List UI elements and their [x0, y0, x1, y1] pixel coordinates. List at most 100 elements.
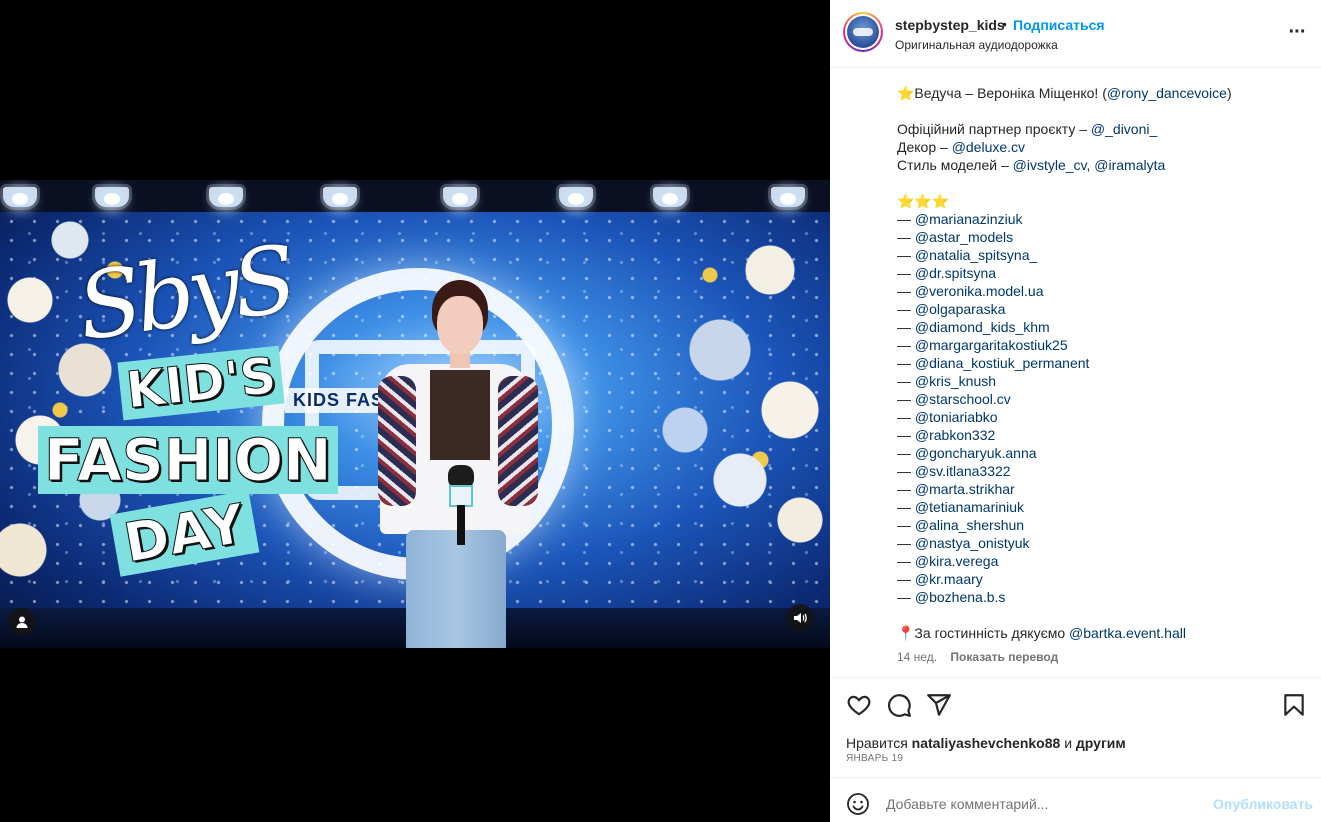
liker-username[interactable]: nataliyashevchenko88 — [912, 735, 1061, 751]
mention-link[interactable]: @margargaritakostiuk25 — [915, 337, 1068, 353]
stage-light — [440, 184, 480, 210]
username-link[interactable]: stepbystep_kids — [895, 17, 1005, 33]
mention-link[interactable]: @kris_knush — [915, 373, 996, 389]
model-mention-item: — @diamond_kids_khm — [897, 318, 1307, 336]
model-mention-item: — @marianazinziuk — [897, 210, 1307, 228]
mention-link[interactable]: @rabkon332 — [915, 427, 995, 443]
list-dash: — — [897, 301, 915, 317]
microphone — [448, 465, 474, 545]
profile-logo — [847, 16, 879, 48]
likes-text: и — [1060, 735, 1076, 751]
mention-link[interactable]: @veronika.model.ua — [915, 283, 1044, 299]
mention-link[interactable]: @iramalyta — [1094, 157, 1165, 173]
model-mentions-list: — @marianazinziuk — @astar_models — @natal… — [897, 210, 1307, 606]
likes-text: Нравится — [846, 735, 912, 751]
comment-input[interactable] — [886, 791, 1206, 817]
mention-link[interactable]: @kr.maary — [915, 571, 983, 587]
list-dash: — — [897, 391, 915, 407]
tagged-users-button[interactable] — [8, 608, 36, 636]
model-mention-item: — @kira.verega — [897, 552, 1307, 570]
mute-button[interactable] — [786, 604, 814, 632]
like-button[interactable] — [846, 692, 872, 718]
comment-bar: Опубликовать — [830, 777, 1321, 822]
list-dash: — — [897, 337, 915, 353]
more-options-button[interactable]: ··· — [1285, 22, 1309, 46]
model-mention-item: — @kr.maary — [897, 570, 1307, 588]
model-mention-item: — @olgaparaska — [897, 300, 1307, 318]
list-dash: — — [897, 355, 915, 371]
share-button[interactable] — [926, 692, 952, 718]
mention-link[interactable]: @bartka.event.hall — [1069, 625, 1186, 641]
follow-button[interactable]: Подписаться — [1013, 17, 1105, 33]
mention-link[interactable]: @starschool.cv — [915, 391, 1011, 407]
host-figure — [370, 280, 540, 648]
mention-link[interactable]: @tetianamariniuk — [915, 499, 1024, 515]
publish-button[interactable]: Опубликовать — [1213, 796, 1313, 812]
mention-link[interactable]: @bozhena.b.s — [915, 589, 1006, 605]
comment-button[interactable] — [886, 692, 912, 718]
brand-script: SbyS — [71, 225, 298, 362]
list-dash: — — [897, 499, 915, 515]
list-dash: — — [897, 571, 915, 587]
list-dash: — — [897, 445, 915, 461]
emoji-button[interactable] — [846, 792, 870, 816]
caption-partner-line: Офіційний партнер проєкту – @_divoni_ — [897, 120, 1307, 138]
save-button[interactable] — [1281, 692, 1307, 718]
mention-link[interactable]: @rony_dancevoice — [1107, 85, 1227, 101]
action-bar — [830, 677, 1321, 733]
mention-link[interactable]: @goncharyuk.anna — [915, 445, 1037, 461]
post-media[interactable]: KIDS FAS SbyS KID'S FASHION DAY — [0, 0, 830, 822]
mention-link[interactable]: @natalia_spitsyna_ — [915, 247, 1037, 263]
mention-link[interactable]: @toniariabko — [915, 409, 998, 425]
others-link[interactable]: другим — [1076, 735, 1126, 751]
list-dash: — — [897, 517, 915, 533]
list-dash: — — [897, 409, 915, 425]
caption-host-line: ⭐Ведуча – Вероніка Міщенко! (@rony_dance… — [897, 84, 1307, 102]
list-dash: — — [897, 535, 915, 551]
model-mention-item: — @alina_shershun — [897, 516, 1307, 534]
mention-link[interactable]: @alina_shershun — [915, 517, 1024, 533]
model-mention-item: — @tetianamariniuk — [897, 498, 1307, 516]
separator-dot: • — [1002, 16, 1007, 32]
model-mention-item: — @margargaritakostiuk25 — [897, 336, 1307, 354]
mention-link[interactable]: @_divoni_ — [1091, 121, 1157, 137]
mention-link[interactable]: @marianazinziuk — [915, 211, 1023, 227]
audio-track-link[interactable]: Оригинальная аудиодорожка — [895, 38, 1058, 52]
model-mention-item: — @goncharyuk.anna — [897, 444, 1307, 462]
mention-link[interactable]: @diana_kostiuk_permanent — [915, 355, 1090, 371]
model-mention-item: — @bozhena.b.s — [897, 588, 1307, 606]
list-dash: — — [897, 229, 915, 245]
list-dash: — — [897, 481, 915, 497]
model-mention-item: — @veronika.model.ua — [897, 282, 1307, 300]
model-mention-item: — @starschool.cv — [897, 390, 1307, 408]
model-mention-item: — @astar_models — [897, 228, 1307, 246]
avatar[interactable] — [843, 12, 883, 52]
model-mention-item: — @sv.itlana3322 — [897, 462, 1307, 480]
emoji-icon — [847, 793, 869, 815]
comment-icon — [888, 694, 911, 717]
model-mention-item: — @rabkon332 — [897, 426, 1307, 444]
mention-link[interactable]: @marta.strikhar — [915, 481, 1015, 497]
show-translation-button[interactable]: Показать перевод — [950, 650, 1058, 664]
mention-link[interactable]: @deluxe.cv — [952, 139, 1025, 155]
list-dash: — — [897, 247, 915, 263]
caption-text: Офіційний партнер проєкту – — [897, 121, 1091, 137]
heart-icon — [847, 695, 871, 716]
post-date: ЯНВАРЬ 19 — [846, 753, 904, 764]
mention-link[interactable]: @kira.verega — [915, 553, 998, 569]
list-dash: — — [897, 589, 915, 605]
mention-link[interactable]: @diamond_kids_khm — [915, 319, 1050, 335]
post-caption: ⭐Ведуча – Вероніка Міщенко! (@rony_dance… — [897, 84, 1307, 642]
list-dash: — — [897, 553, 915, 569]
caption-text: Декор – — [897, 139, 952, 155]
mention-link[interactable]: @olgaparaska — [915, 301, 1006, 317]
list-dash: — — [897, 211, 915, 227]
list-dash: — — [897, 373, 915, 389]
post-age: 14 нед. — [897, 650, 938, 664]
mention-link[interactable]: @nastya_onistyuk — [915, 535, 1030, 551]
mention-link[interactable]: @sv.itlana3322 — [915, 463, 1011, 479]
mention-link[interactable]: @astar_models — [915, 229, 1013, 245]
mention-link[interactable]: @ivstyle_cv — [1013, 157, 1087, 173]
mention-link[interactable]: @dr.spitsyna — [915, 265, 996, 281]
video-frame[interactable]: KIDS FAS SbyS KID'S FASHION DAY — [0, 180, 830, 648]
